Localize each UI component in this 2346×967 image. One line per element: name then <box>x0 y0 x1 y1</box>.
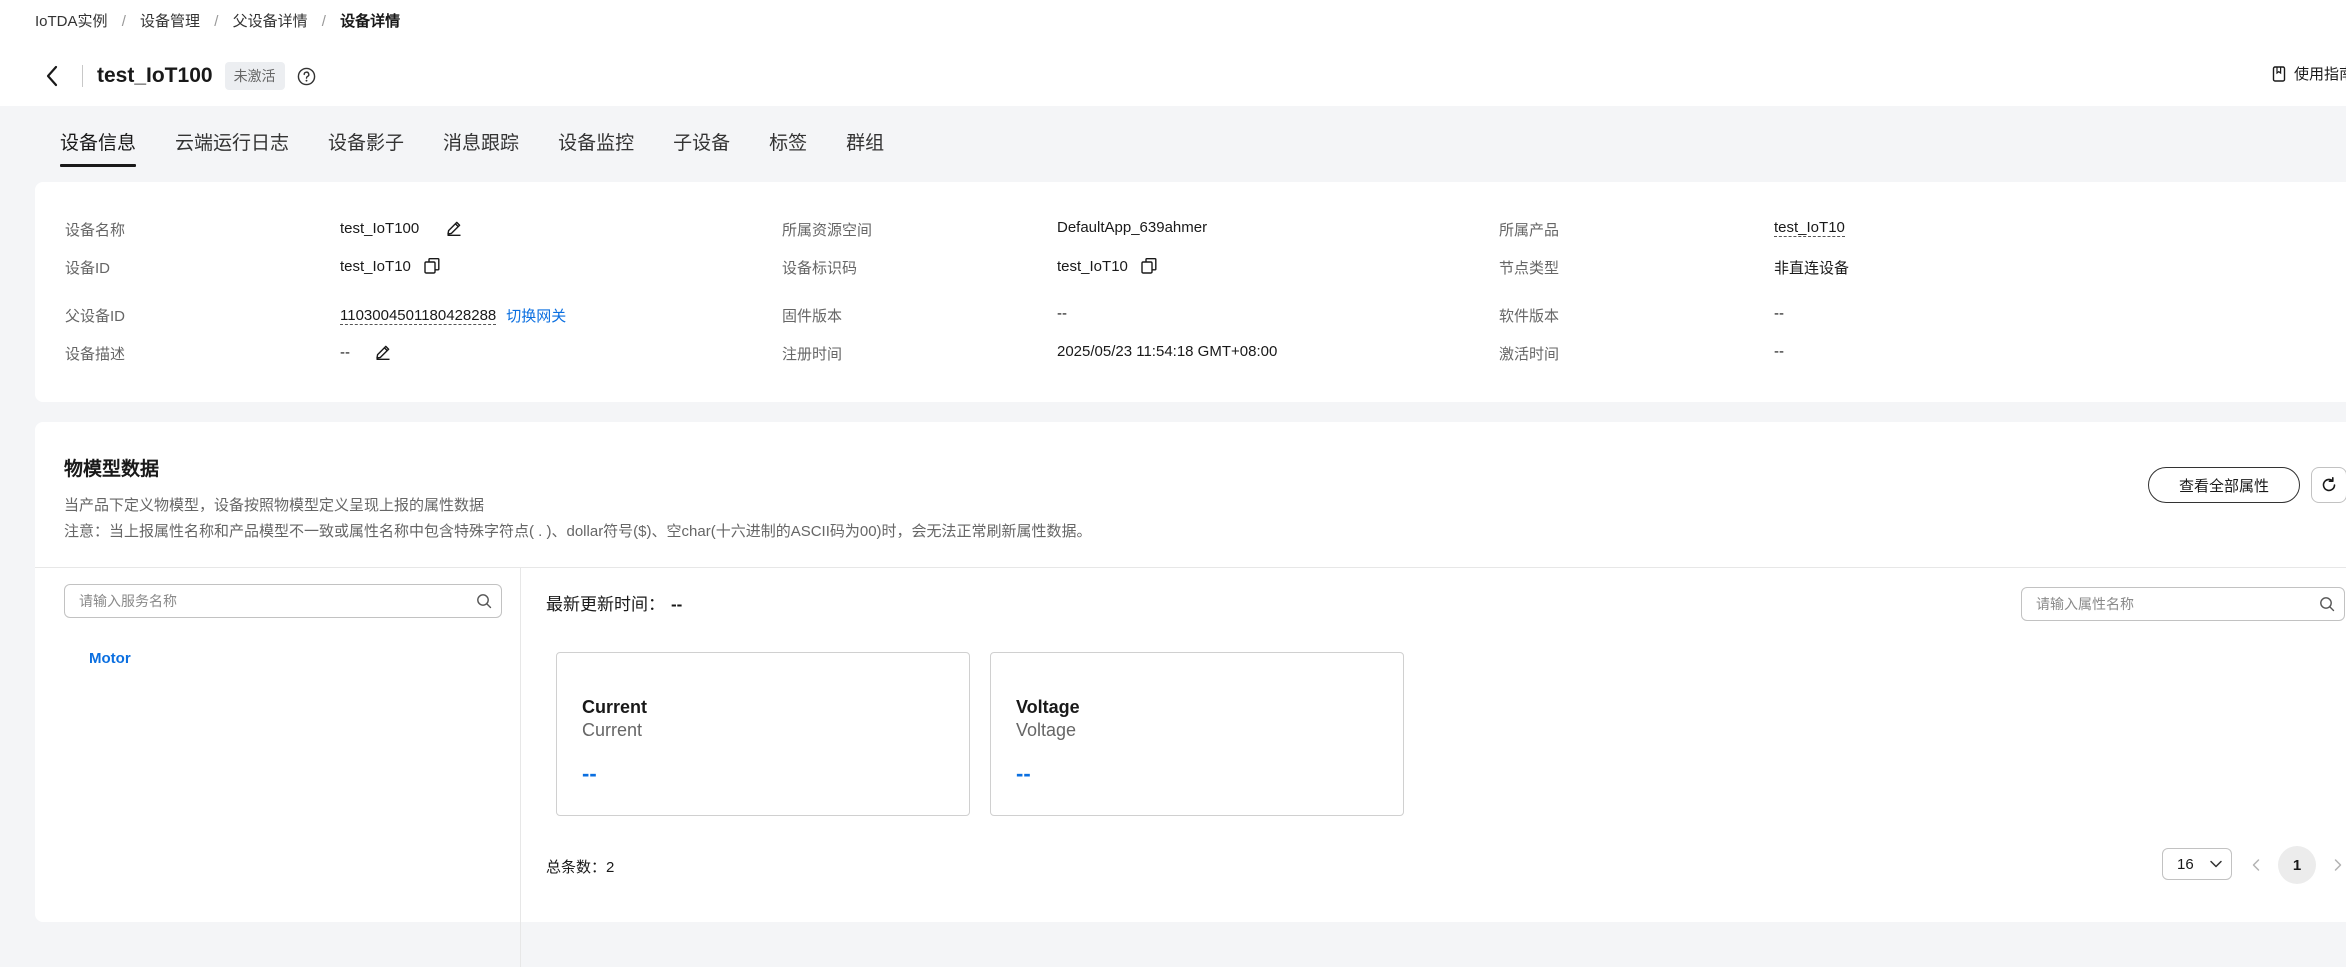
tab-bar: 设备信息 云端运行日志 设备影子 消息跟踪 设备监控 子设备 标签 群组 <box>60 128 923 167</box>
device-id-value: test_IoT10 <box>340 257 441 275</box>
property-card-current[interactable]: Current Current -- <box>556 652 970 816</box>
device-name-value: test_IoT100 <box>340 219 463 237</box>
software-value: -- <box>1774 305 1784 322</box>
device-info-card: 设备名称 test_IoT100 设备ID test_IoT10 父设备ID 1… <box>35 182 2346 402</box>
latest-update-label: 最新更新时间： <box>546 595 665 614</box>
node-type-value: 非直连设备 <box>1774 260 1850 277</box>
resource-space-label: 所属资源空间 <box>782 222 873 239</box>
chevron-down-icon <box>2210 860 2222 868</box>
property-search-input[interactable] <box>2022 596 2310 612</box>
page-size-value: 16 <box>2177 855 2194 873</box>
section-title: 物模型数据 <box>64 459 160 480</box>
breadcrumb-item-instance[interactable]: IoTDA实例 <box>35 10 108 31</box>
activate-time-label: 激活时间 <box>1499 346 1560 363</box>
total-count-label: 总条数： <box>546 859 607 876</box>
property-name: Voltage <box>1016 697 1080 717</box>
breadcrumb-separator: / <box>214 13 219 30</box>
property-subtitle: Voltage <box>1016 720 1077 740</box>
view-all-properties-button[interactable]: 查看全部属性 <box>2148 467 2300 503</box>
parent-id-value: 1103004501180428288 切换网关 <box>340 305 566 326</box>
tab-groups[interactable]: 群组 <box>846 128 884 167</box>
breadcrumb-item-current: 设备详情 <box>340 13 401 30</box>
register-time-label: 注册时间 <box>782 346 843 363</box>
service-search <box>64 584 502 618</box>
breadcrumb: IoTDA实例 / 设备管理 / 父设备详情 / 设备详情 <box>35 10 400 31</box>
software-label: 软件版本 <box>1499 308 1560 325</box>
divider <box>35 567 2346 568</box>
copy-icon[interactable] <box>423 257 441 275</box>
device-desc-value: -- <box>340 343 392 361</box>
latest-update-value: -- <box>671 595 683 614</box>
property-value: -- <box>1016 761 1031 786</box>
search-icon[interactable] <box>2310 596 2344 612</box>
property-subtitle: Current <box>582 720 643 740</box>
copy-icon[interactable] <box>1140 257 1158 275</box>
product-label: 所属产品 <box>1499 222 1560 239</box>
thing-model-card: 物模型数据 当产品下定义物模型，设备按照物模型定义呈现上报的属性数据 注意：当上… <box>35 422 2346 967</box>
chevron-left-icon <box>46 65 58 87</box>
usage-guide-label: 使用指南 <box>2294 66 2346 83</box>
breadcrumb-separator: / <box>121 13 126 30</box>
node-type-label: 节点类型 <box>1499 260 1560 277</box>
title-row: test_IoT100 未激活 <box>40 58 316 94</box>
title-divider <box>82 65 83 87</box>
search-icon[interactable] <box>467 593 501 609</box>
page-title: test_IoT100 <box>97 64 213 87</box>
section-note: 注意：当上报属性名称和产品模型不一致或属性名称中包含特殊字符点( . )、dol… <box>64 523 1092 540</box>
tab-device-info[interactable]: 设备信息 <box>60 128 137 167</box>
firmware-value: -- <box>1057 305 1067 322</box>
status-badge: 未激活 <box>224 62 285 90</box>
product-link[interactable]: test_IoT10 <box>1774 219 1845 237</box>
device-desc-label: 设备描述 <box>65 346 126 363</box>
chevron-left-icon <box>2252 859 2260 871</box>
tab-cloud-logs[interactable]: 云端运行日志 <box>175 128 289 167</box>
device-id-label: 设备ID <box>65 260 111 277</box>
latest-update: 最新更新时间： -- <box>546 590 682 615</box>
property-card-voltage[interactable]: Voltage Voltage -- <box>990 652 1404 816</box>
resource-space-value: DefaultApp_639ahmer <box>1057 219 1208 236</box>
chevron-right-icon <box>2334 859 2342 871</box>
breadcrumb-separator: / <box>321 13 326 30</box>
book-icon <box>2272 65 2286 82</box>
property-name: Current <box>582 697 648 717</box>
activate-time-value: -- <box>1774 343 1784 360</box>
property-search <box>2021 587 2345 621</box>
refresh-icon <box>2322 477 2336 492</box>
edit-icon[interactable] <box>445 219 463 237</box>
prev-page-button[interactable] <box>2244 853 2268 877</box>
help-icon[interactable] <box>297 67 316 86</box>
device-name-label: 设备名称 <box>65 222 126 239</box>
refresh-button[interactable] <box>2311 467 2346 503</box>
register-time-value: 2025/05/23 11:54:18 GMT+08:00 <box>1057 343 1278 360</box>
page-number-current[interactable]: 1 <box>2278 846 2316 884</box>
tab-device-monitor[interactable]: 设备监控 <box>558 128 634 167</box>
usage-guide-link[interactable]: 使用指南 <box>2272 63 2346 84</box>
divider <box>520 567 521 967</box>
breadcrumb-item-parent-device[interactable]: 父设备详情 <box>233 10 308 31</box>
edit-icon[interactable] <box>374 343 392 361</box>
identifier-value: test_IoT10 <box>1057 257 1158 275</box>
parent-id-label: 父设备ID <box>65 308 126 325</box>
next-page-button[interactable] <box>2326 853 2346 877</box>
total-count: 总条数：2 <box>546 856 614 877</box>
property-value: -- <box>582 761 597 786</box>
parent-id-link[interactable]: 1103004501180428288 <box>340 307 497 325</box>
page-size-select[interactable]: 16 <box>2162 848 2232 880</box>
back-button[interactable] <box>40 62 64 90</box>
switch-gateway-link[interactable]: 切换网关 <box>506 305 566 326</box>
total-count-value: 2 <box>606 859 615 876</box>
tab-tags[interactable]: 标签 <box>769 128 807 167</box>
product-value: test_IoT10 <box>1774 219 1845 237</box>
tab-device-shadow[interactable]: 设备影子 <box>328 128 404 167</box>
tab-sub-devices[interactable]: 子设备 <box>673 128 730 167</box>
identifier-label: 设备标识码 <box>782 260 858 277</box>
service-search-input[interactable] <box>65 593 467 609</box>
tab-message-trace[interactable]: 消息跟踪 <box>443 128 519 167</box>
service-item-motor[interactable]: Motor <box>89 650 131 667</box>
section-description: 当产品下定义物模型，设备按照物模型定义呈现上报的属性数据 <box>64 497 485 514</box>
breadcrumb-item-device-management[interactable]: 设备管理 <box>140 10 200 31</box>
firmware-label: 固件版本 <box>782 308 843 325</box>
